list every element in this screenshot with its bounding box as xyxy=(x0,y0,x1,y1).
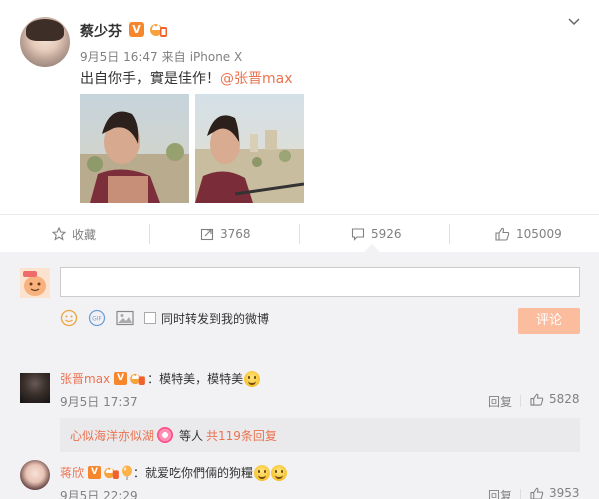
post-date[interactable]: 9月5日 16:47 xyxy=(80,50,158,64)
source-prefix: 来自 xyxy=(161,50,186,64)
reply-button[interactable]: 回复 xyxy=(488,393,512,410)
vip-crown-icon[interactable] xyxy=(130,372,146,385)
comment-like-button[interactable]: 5828 xyxy=(530,392,580,406)
repost-count: 3768 xyxy=(220,227,251,241)
smile-emoji-icon xyxy=(254,464,271,481)
comment-time[interactable]: 9月5日 22:29 xyxy=(60,487,138,499)
compose-toolbar: GIF 同时转发到我的微博 xyxy=(60,308,269,328)
verified-badge[interactable]: V xyxy=(129,22,144,37)
comment-like-count: 3953 xyxy=(549,486,580,499)
post-body: 出自你手，實是佳作！ xyxy=(80,71,220,87)
repost-icon xyxy=(200,228,214,241)
image-icon[interactable] xyxy=(116,310,134,326)
author-name[interactable]: 蔡少芬 xyxy=(80,21,122,41)
vip-crown-icon[interactable] xyxy=(104,466,119,479)
thumbs-up-icon xyxy=(530,487,544,499)
verified-badge[interactable]: V xyxy=(114,372,128,385)
chevron-down-icon[interactable] xyxy=(566,14,582,30)
smile-emoji-icon xyxy=(244,370,261,387)
mention-link[interactable]: @张晋max xyxy=(220,71,293,87)
comment-line: 张晋max V ：模特美，模特美 xyxy=(60,370,261,387)
like-count: 105009 xyxy=(516,227,562,241)
commenter-name[interactable]: 蒋欣 xyxy=(60,464,84,481)
balloon-badge-icon xyxy=(122,465,133,480)
favorite-button[interactable]: 收藏 xyxy=(52,215,96,253)
commenter-avatar[interactable] xyxy=(20,373,50,403)
emoji-icon[interactable] xyxy=(60,309,78,327)
donut-badge-icon xyxy=(157,427,174,443)
verified-badge[interactable]: V xyxy=(88,466,102,479)
favorite-label: 收藏 xyxy=(72,227,97,242)
weibo-post: 蔡少芬 V 9月5日 16:47 来自 iPhone X 出自你手，實是佳作！@张晋… xyxy=(0,0,599,214)
comment-time[interactable]: 9月5日 17:37 xyxy=(60,393,138,410)
post-meta: 9月5日 16:47 来自 iPhone X xyxy=(80,48,246,65)
reply-button[interactable]: 回复 xyxy=(488,487,512,499)
sub-reply-user[interactable]: 心似海洋亦似湖 xyxy=(70,427,154,444)
sub-reply-connector: 等人 xyxy=(179,428,204,443)
like-button[interactable]: 105009 xyxy=(495,215,562,253)
comment-like-button[interactable]: 3953 xyxy=(530,486,580,499)
comment-count: 5926 xyxy=(371,227,402,241)
comment-text: ：就爱吃你們倆的狗糧 xyxy=(133,466,254,480)
divider xyxy=(520,395,521,407)
comment-input[interactable] xyxy=(60,267,580,297)
post-text: 出自你手，實是佳作！@张晋max xyxy=(80,68,293,88)
thumbs-up-icon xyxy=(530,393,544,406)
divider xyxy=(520,489,521,499)
post-source[interactable]: iPhone X xyxy=(190,50,243,64)
vip-crown-icon[interactable] xyxy=(150,22,167,37)
star-icon xyxy=(52,227,66,241)
commenter-avatar[interactable] xyxy=(20,460,50,490)
my-avatar xyxy=(20,268,50,298)
post-action-bar: 收藏 3768 5926 105009 xyxy=(0,214,599,252)
submit-comment-button[interactable]: 评论 xyxy=(518,308,580,334)
post-image-2[interactable] xyxy=(195,94,304,203)
panel-pointer xyxy=(364,244,380,252)
comment-line: 蒋欣 V ：就爱吃你們倆的狗糧 xyxy=(60,464,288,481)
comment-icon xyxy=(351,228,365,241)
repost-checkbox-label: 同时转发到我的微博 xyxy=(161,311,270,326)
sub-replies-bar[interactable]: 心似海洋亦似湖 等人 共119条回复 xyxy=(60,418,580,452)
commenter-name[interactable]: 张晋max xyxy=(60,370,110,387)
repost-checkbox[interactable] xyxy=(144,312,156,324)
sub-reply-count[interactable]: 共119条回复 xyxy=(206,427,277,444)
smile-emoji-icon xyxy=(271,464,288,481)
author-avatar[interactable] xyxy=(20,17,70,67)
post-image-1[interactable] xyxy=(80,94,189,203)
comment-like-count: 5828 xyxy=(549,392,580,406)
divider xyxy=(299,224,300,244)
svg-text:GIF: GIF xyxy=(92,316,102,323)
divider xyxy=(449,224,450,244)
divider xyxy=(149,224,150,244)
repost-button[interactable]: 3768 xyxy=(200,215,251,253)
gif-icon[interactable]: GIF xyxy=(88,309,106,327)
comment-text: ：模特美，模特美 xyxy=(147,372,244,386)
thumbs-up-icon xyxy=(495,227,510,241)
